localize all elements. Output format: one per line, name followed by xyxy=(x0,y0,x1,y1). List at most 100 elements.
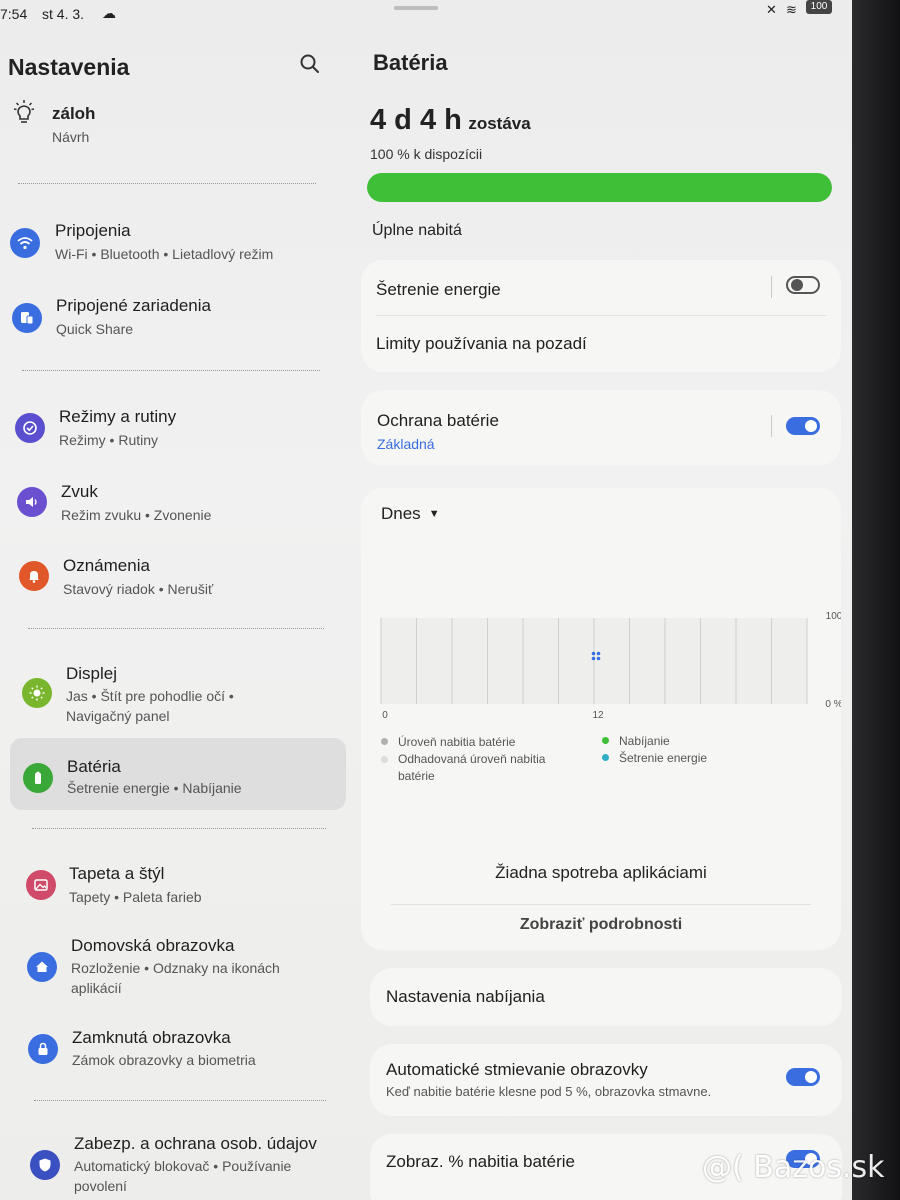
sidebar-item-sub: Zámok obrazovky a biometria xyxy=(72,1052,256,1068)
sidebar-item-sub: Stavový riadok • Nerušiť xyxy=(63,581,214,597)
shield-icon xyxy=(30,1150,60,1180)
sidebar-item-sub: Quick Share xyxy=(56,321,134,337)
divider xyxy=(18,183,316,184)
battery-protection-card[interactable]: Ochrana batérie Základná xyxy=(361,390,841,466)
bell-icon xyxy=(19,561,49,591)
battery-level-fill xyxy=(367,173,832,202)
sidebar-item-label: Režimy a rutiny xyxy=(59,407,177,426)
sidebar-item-lock-screen[interactable]: Zamknutá obrazovka Zámok obrazovky a bio… xyxy=(10,1026,346,1076)
auto-dim-label: Automatické stmievanie obrazovky xyxy=(386,1060,648,1079)
sidebar-item-label: Zamknutá obrazovka xyxy=(72,1028,231,1047)
suggestion-subtitle: Návrh xyxy=(52,129,90,145)
battery-level-bar xyxy=(367,173,832,202)
legend-col-left: Úroveň nabitia batérie Odhadovaná úroveň… xyxy=(381,734,571,785)
sidebar-item-sub: Tapety • Paleta farieb xyxy=(69,889,202,905)
check-circle-icon xyxy=(15,413,45,443)
speaker-icon xyxy=(17,487,47,517)
background-limits-row[interactable]: Limity používania na pozadí xyxy=(361,316,841,372)
divider xyxy=(32,828,326,829)
sidebar-item-sub: Jas • Štít pre pohodlie očí • Navigačný … xyxy=(66,688,234,724)
lock-icon xyxy=(28,1034,58,1064)
wifi-icon xyxy=(10,228,40,258)
sidebar-item-label: Pripojenia xyxy=(55,221,131,240)
battery-remaining: 4 d 4 h zostáva xyxy=(370,104,531,137)
detail-title: Batéria xyxy=(373,50,448,75)
divider xyxy=(391,904,811,905)
sidebar-item-label: Oznámenia xyxy=(63,556,150,575)
sidebar-item-sub: Šetrenie energie • Nabíjanie xyxy=(67,780,242,796)
sidebar-item-notifications[interactable]: Oznámenia Stavový riadok • Nerušiť xyxy=(10,554,346,604)
sidebar-item-connections[interactable]: Pripojenia Wi-Fi • Bluetooth • Lietadlov… xyxy=(10,219,346,269)
chart-y-tick: 0 % xyxy=(825,699,841,710)
power-saving-row[interactable]: Šetrenie energie xyxy=(361,260,841,315)
sidebar-item-security[interactable]: Zabezp. a ochrana osob. údajov Automatic… xyxy=(10,1132,346,1198)
search-button[interactable] xyxy=(298,52,322,76)
sidebar-item-battery[interactable]: Batéria Šetrenie energie • Nabíjanie xyxy=(10,738,346,810)
battery-protection-sub: Základná xyxy=(377,436,435,452)
sidebar-item-label: Displej xyxy=(66,664,118,683)
sun-icon xyxy=(22,678,52,708)
sidebar-item-label: Batéria xyxy=(67,757,121,776)
sidebar-item-sub: Wi-Fi • Bluetooth • Lietadlový režim xyxy=(55,246,274,262)
legend-item: Odhadovaná úroveň nabitia batérie xyxy=(381,751,571,785)
toggle-knob xyxy=(791,279,803,291)
legend-col-right: Nabíjanie Šetrenie energie xyxy=(602,733,802,767)
sidebar-item-label: Zvuk xyxy=(61,482,98,501)
sidebar-item-wallpaper[interactable]: Tapeta a štýl Tapety • Paleta farieb xyxy=(10,862,346,912)
devices-icon xyxy=(12,303,42,333)
battery-available: 100 % k dispozícii xyxy=(370,146,483,162)
power-saving-toggle[interactable] xyxy=(786,276,820,294)
period-label: Dnes xyxy=(381,504,421,523)
legend-item: Úroveň nabitia batérie xyxy=(381,734,571,751)
divider xyxy=(771,415,772,437)
chart-loading-dot xyxy=(591,651,596,656)
show-percentage-label: Zobraz. % nabitia batérie xyxy=(386,1152,575,1171)
page-title: Nastavenia xyxy=(8,54,130,80)
charging-settings-row[interactable]: Nastavenia nabíjania xyxy=(370,968,842,1026)
battery-protection-toggle[interactable] xyxy=(786,417,820,435)
legend-label: Nabíjanie xyxy=(619,734,670,748)
power-saving-label: Šetrenie energie xyxy=(376,280,501,299)
sidebar-item-label: Pripojené zariadenia xyxy=(56,296,211,315)
divider xyxy=(34,1100,326,1101)
sidebar-item-sub: Automatický blokovač • Používanie povole… xyxy=(74,1158,292,1194)
legend-item: Šetrenie energie xyxy=(602,750,802,767)
legend-dot xyxy=(381,738,388,745)
caret-down-icon: ▼ xyxy=(428,508,440,520)
sidebar-item-label: Zabezp. a ochrana osob. údajov xyxy=(74,1134,317,1153)
sidebar-item-connected-devices[interactable]: Pripojené zariadenia Quick Share xyxy=(10,294,346,344)
sidebar-item-home-screen[interactable]: Domovská obrazovka Rozloženie • Odznaky … xyxy=(10,934,346,1000)
battery-icon xyxy=(23,763,53,793)
sidebar-item-sub: Režim zvuku • Zvonenie xyxy=(61,507,212,523)
background-limits-label: Limity používania na pozadí xyxy=(376,334,587,353)
sidebar-item-display[interactable]: Displej Jas • Štít pre pohodlie očí • Na… xyxy=(10,662,346,728)
lightbulb-icon xyxy=(13,100,35,123)
period-dropdown[interactable]: Dnes ▼ xyxy=(381,504,440,524)
chart-loading-dot xyxy=(596,656,601,661)
divider xyxy=(28,628,324,629)
suggestion-title: záloh xyxy=(52,104,96,123)
divider xyxy=(22,370,320,371)
legend-label: Úroveň nabitia batérie xyxy=(398,735,516,749)
sidebar-item-label: Tapeta a štýl xyxy=(69,864,165,883)
divider xyxy=(771,276,772,298)
legend-dot xyxy=(602,737,609,744)
tablet-screen: 7:54 st 4. 3. ☁ ✕ ≋ 100 Nastavenia záloh… xyxy=(0,0,852,1200)
legend-dot xyxy=(602,754,609,761)
sidebar-item-sub: Rozloženie • Odznaky na ikonách aplikáci… xyxy=(71,960,280,996)
sidebar-item-sound[interactable]: Zvuk Režim zvuku • Zvonenie xyxy=(10,480,346,530)
auto-dim-row[interactable]: Automatické stmievanie obrazovky Keď nab… xyxy=(370,1044,842,1116)
no-app-usage-text: Žiadna spotreba aplikáciami xyxy=(495,863,707,882)
show-details-button[interactable]: Zobraziť podrobnosti xyxy=(361,916,841,934)
legend-label: Šetrenie energie xyxy=(619,751,708,765)
toggle-knob xyxy=(805,1071,817,1083)
search-icon xyxy=(300,54,319,73)
power-card: Šetrenie energie Limity používania na po… xyxy=(361,260,841,372)
usage-chart-card: Dnes ▼ 0 12 100 0 % Úroveň nabitia batérie O… xyxy=(361,488,841,950)
auto-dim-toggle[interactable] xyxy=(786,1068,820,1086)
chart-loading-dot xyxy=(596,651,601,656)
sidebar-item-label: Domovská obrazovka xyxy=(71,936,235,955)
sidebar-item-modes-routines[interactable]: Režimy a rutiny Režimy • Rutiny xyxy=(10,405,346,455)
sidebar-item-sub: Režimy • Rutiny xyxy=(59,432,159,448)
remaining-value: 4 d 4 h xyxy=(370,104,462,136)
